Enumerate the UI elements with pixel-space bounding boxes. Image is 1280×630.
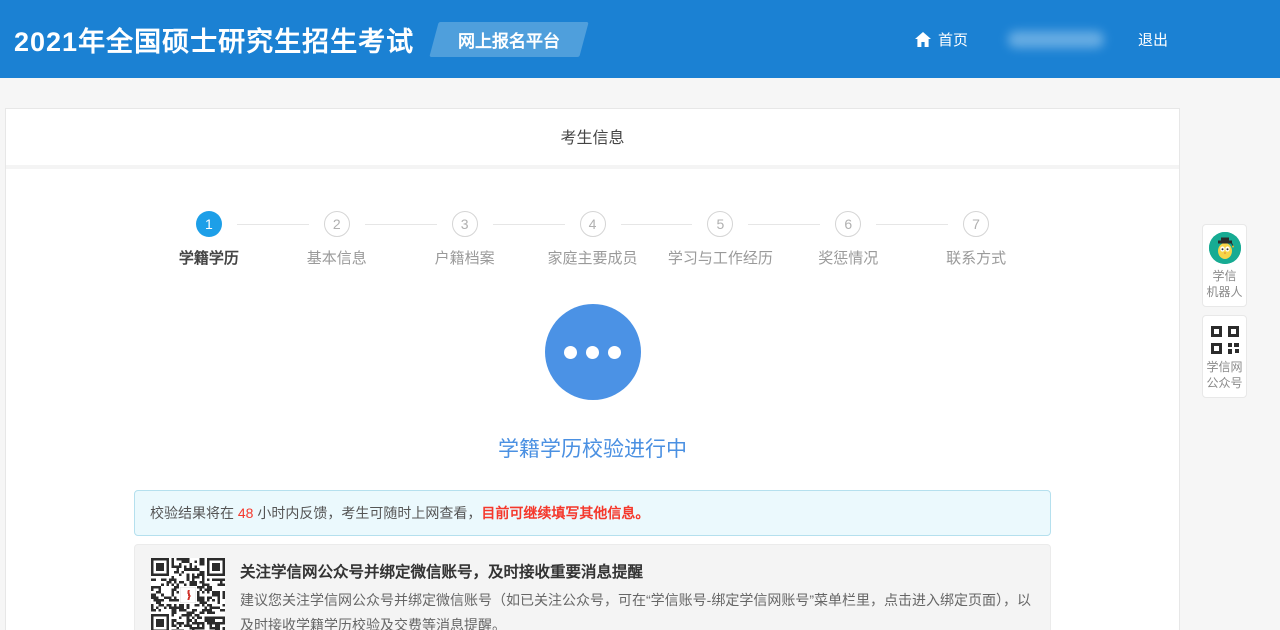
header-nav: 首页 退出 [914, 0, 1168, 78]
home-icon [914, 31, 931, 47]
robot-mascot-icon [1208, 232, 1241, 264]
side-widgets: 学信 机器人 学信网 公众号 [1202, 224, 1247, 406]
verification-status-text: 学籍学历校验进行中 [498, 438, 687, 461]
platform-badge-label: 网上报名平台 [458, 31, 561, 51]
qr-code [151, 558, 225, 630]
widget-robot-label: 学信 机器人 [1206, 269, 1243, 299]
verification-alert: 校验结果将在 48 小时内反馈，考生可随时上网查看，目前可继续填写其他信息。 [134, 490, 1051, 536]
step-jiangcheng[interactable]: 6 奖惩情况 [748, 211, 912, 268]
step-label: 户籍档案 [434, 250, 495, 267]
alert-hours-value: 48 [237, 505, 254, 521]
step-number: 6 [835, 211, 862, 237]
step-label: 基本信息 [306, 250, 367, 267]
step-number: 3 [451, 211, 478, 237]
app-header: 2021年全国硕士研究生招生考试 网上报名平台 首页 退出 [0, 0, 1280, 78]
notice-title: 关注学信网公众号并绑定微信账号，及时接收重要消息提醒 [240, 564, 644, 581]
wechat-notice: 关注学信网公众号并绑定微信账号，及时接收重要消息提醒 建议您关注学信网公众号并绑… [134, 544, 1051, 630]
step-number: 2 [323, 211, 350, 237]
platform-badge: 网上报名平台 [429, 21, 589, 57]
step-jiating-chengyuan[interactable]: 4 家庭主要成员 [492, 211, 657, 268]
step-label: 家庭主要成员 [547, 250, 638, 267]
step-jiben-xinxi[interactable]: 2 基本信息 [236, 211, 401, 268]
stepper: 1 学籍学历 2 基本信息 3 户籍档案 4 家庭主要成员 5 学习与工作经历 … [145, 211, 1040, 268]
qr-code-icon [1210, 326, 1239, 354]
notice-body: 建议您关注学信网公众号并绑定微信账号（如已关注公众号，可在“学信账号-绑定学信网… [240, 592, 1031, 630]
alert-text-mid: 小时内反馈，考生可随时上网查看， [253, 505, 482, 521]
widget-wechat-label: 学信网 公众号 [1206, 360, 1243, 390]
notice-texts: 关注学信网公众号并绑定微信账号，及时接收重要消息提醒 建议您关注学信网公众号并绑… [240, 558, 1034, 630]
alert-text-emphasis: 目前可继续填写其他信息。 [481, 505, 650, 521]
nav-home-label: 首页 [937, 31, 968, 49]
nav-home-link[interactable]: 首页 [914, 29, 968, 50]
widget-chsi-robot[interactable]: 学信 机器人 [1202, 224, 1247, 307]
step-xuexi-gongzuo[interactable]: 5 学习与工作经历 [620, 211, 784, 268]
step-number: 7 [963, 211, 990, 237]
loading-dot [586, 345, 599, 359]
step-xueji-xueli[interactable]: 1 学籍学历 [145, 211, 273, 268]
step-lianxi-fangshi[interactable]: 7 联系方式 [876, 211, 1040, 268]
loading-dot [564, 345, 577, 359]
step-huji-dangan[interactable]: 3 户籍档案 [364, 211, 529, 268]
step-number: 1 [195, 211, 222, 237]
widget-chsi-wechat[interactable]: 学信网 公众号 [1202, 315, 1247, 398]
logout-button[interactable]: 退出 [1138, 29, 1168, 50]
username-redacted [1007, 30, 1104, 48]
step-label: 学籍学历 [178, 250, 239, 267]
step-number: 5 [707, 211, 734, 237]
alert-text-pre: 校验结果将在 [150, 505, 238, 521]
verification-loading-indicator [544, 304, 641, 400]
candidate-info-panel: 考生信息 1 学籍学历 2 基本信息 3 户籍档案 4 家庭主要成员 5 学习与… [5, 108, 1180, 630]
step-label: 联系方式 [946, 250, 1007, 267]
step-label: 奖惩情况 [818, 250, 879, 267]
page-title: 2021年全国硕士研究生招生考试 [14, 26, 415, 57]
step-number: 4 [579, 211, 606, 237]
section-title: 考生信息 [6, 109, 1179, 169]
loading-dot [608, 345, 621, 359]
step-label: 学习与工作经历 [667, 250, 773, 267]
